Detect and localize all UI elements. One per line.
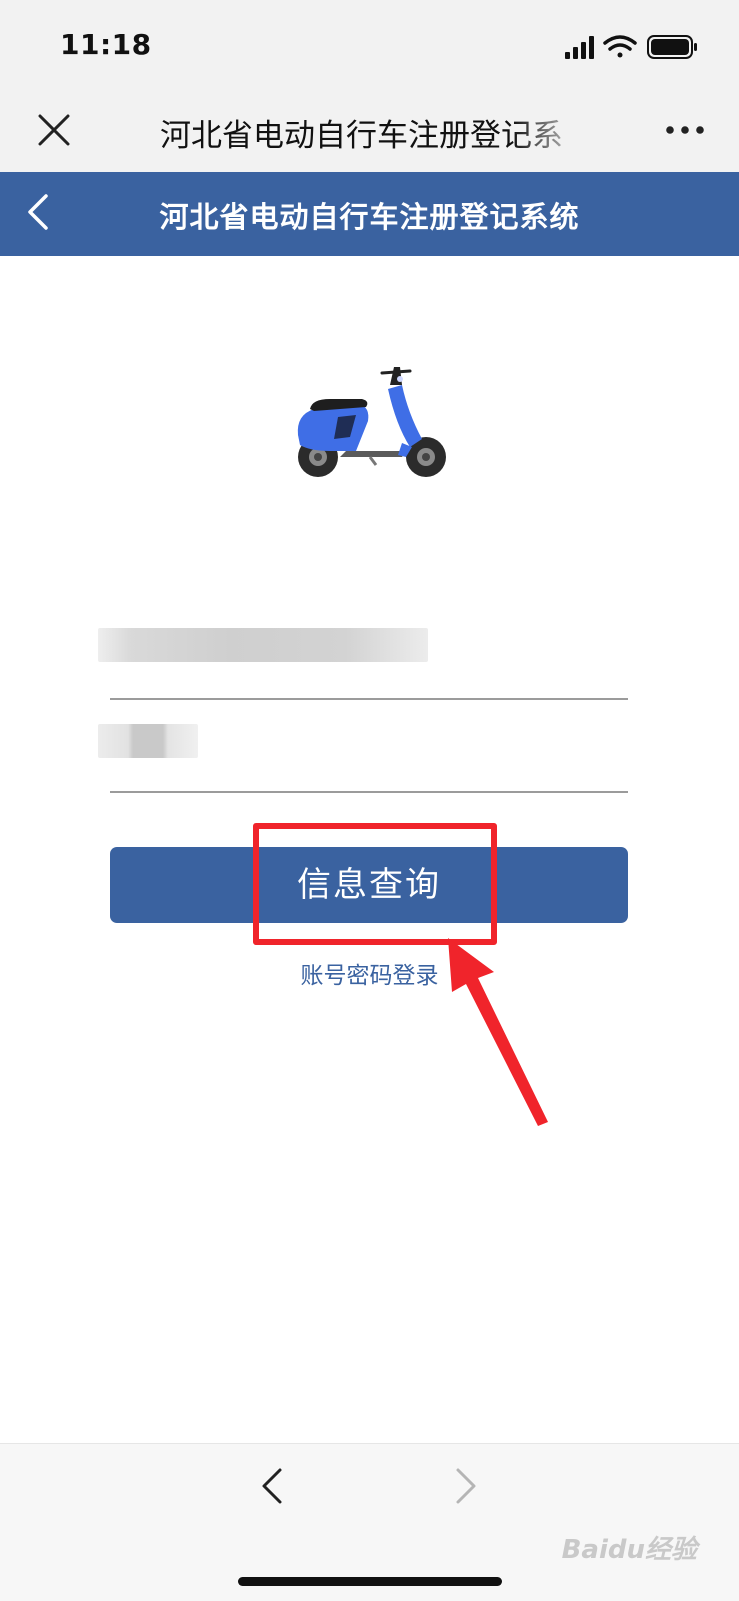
watermark: Baidu经验 — [561, 1535, 697, 1565]
username-field[interactable] — [98, 628, 428, 662]
status-time: 11:18 — [60, 28, 152, 61]
annotation-arrow — [448, 938, 548, 1126]
password-field[interactable] — [98, 724, 198, 758]
close-icon[interactable] — [34, 110, 74, 150]
browser-title: 河北省电动自行车注册登记系 — [160, 118, 563, 152]
home-indicator — [238, 1577, 502, 1586]
signal-icon — [565, 36, 594, 59]
password-underline — [110, 791, 628, 793]
app-header: 河北省电动自行车注册登记系统 — [0, 172, 739, 256]
browser-bottom-toolbar: Baidu经验 — [0, 1443, 739, 1601]
annotation-highlight-box — [253, 823, 497, 945]
battery-icon — [647, 35, 697, 59]
page-title: 河北省电动自行车注册登记系统 — [159, 200, 580, 234]
username-underline — [110, 698, 628, 700]
nav-back-icon[interactable] — [258, 1466, 288, 1506]
more-icon[interactable] — [665, 120, 705, 140]
account-login-link[interactable]: 账号密码登录 — [0, 956, 739, 990]
nav-forward-icon[interactable] — [450, 1466, 480, 1506]
status-bar: 11:18 — [0, 0, 739, 90]
wifi-icon — [603, 35, 637, 58]
scooter-logo — [297, 367, 446, 477]
browser-title-bar: 河北省电动自行车注册登记系 — [0, 90, 739, 172]
status-icons — [565, 35, 697, 59]
